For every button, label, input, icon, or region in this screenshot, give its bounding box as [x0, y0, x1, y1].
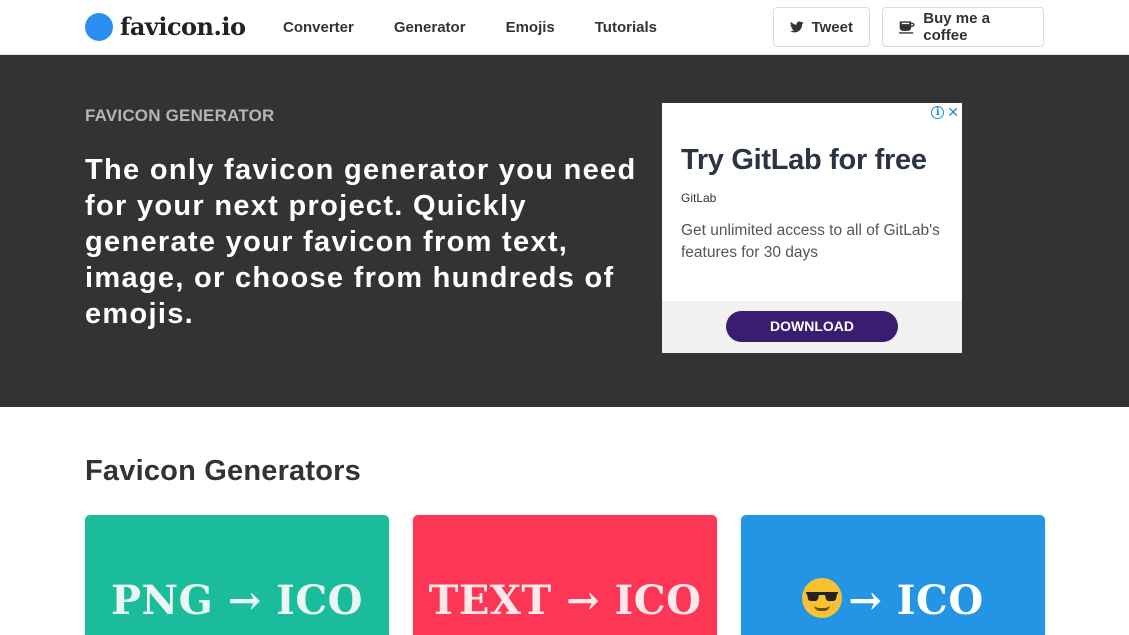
- png-to-ico-card[interactable]: PNG → ICO: [85, 515, 389, 635]
- hero-title: The only favicon generator you need for …: [85, 154, 637, 330]
- info-icon[interactable]: i: [931, 105, 945, 119]
- tweet-label: Tweet: [811, 18, 853, 36]
- ad-download-button[interactable]: DOWNLOAD: [726, 311, 898, 342]
- ad-description: Get unlimited access to all of GitLab's …: [681, 222, 940, 261]
- coffee-label: Buy me a coffee: [923, 10, 990, 44]
- coffee-cup-icon: [899, 20, 915, 34]
- nav-link-emojis[interactable]: Emojis: [506, 19, 555, 36]
- site-logo[interactable]: favicon.io: [85, 12, 246, 41]
- sunglasses-emoji-icon: [802, 578, 843, 618]
- card-label: TEXT → ICO: [428, 577, 702, 624]
- nav-link-generator[interactable]: Generator: [394, 19, 466, 36]
- nav-link-tutorials[interactable]: Tutorials: [595, 19, 657, 36]
- close-icon[interactable]: ✕: [947, 105, 959, 119]
- text-to-ico-card[interactable]: TEXT → ICO: [413, 515, 717, 635]
- ad-controls: i ✕: [931, 105, 959, 119]
- card-label-text: → ICO: [848, 577, 984, 624]
- tweet-button[interactable]: Tweet: [773, 7, 870, 47]
- twitter-icon: [790, 21, 804, 33]
- nav-link-converter[interactable]: Converter: [283, 19, 354, 36]
- hero-kicker: FAVICON GENERATOR: [85, 106, 275, 125]
- card-label: → ICO: [741, 577, 1045, 624]
- ad-brand: GitLab: [681, 191, 717, 205]
- logo-dot-icon: [85, 12, 113, 41]
- emoji-to-ico-card[interactable]: → ICO: [741, 515, 1045, 635]
- ad-content: i ✕ Try GitLab for free GitLab Get unlim…: [662, 103, 962, 301]
- logo-text: favicon.io: [120, 12, 246, 41]
- sunglasses-icon: [806, 592, 839, 601]
- ad-headline[interactable]: Try GitLab for free: [681, 144, 927, 177]
- ad-banner[interactable]: i ✕ Try GitLab for free GitLab Get unlim…: [662, 103, 962, 353]
- card-label: PNG → ICO: [110, 577, 364, 624]
- main-nav: Converter Generator Emojis Tutorials: [283, 0, 697, 55]
- top-navbar: favicon.io Converter Generator Emojis Tu…: [0, 0, 1129, 55]
- buy-coffee-button[interactable]: Buy me a coffee: [882, 7, 1044, 47]
- generators-section-title: Favicon Generators: [85, 455, 361, 487]
- emoji-mouth: [814, 605, 831, 611]
- ad-footer: DOWNLOAD: [662, 301, 962, 353]
